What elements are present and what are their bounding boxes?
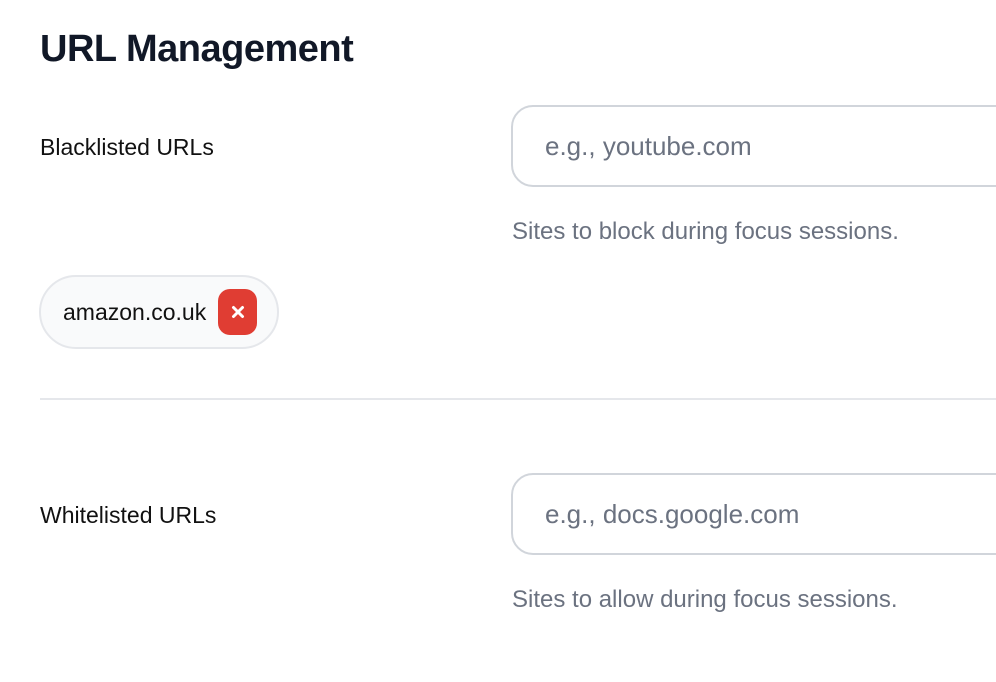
whitelist-help-text: Sites to allow during focus sessions. — [512, 586, 898, 613]
blacklist-label: Blacklisted URLs — [40, 134, 214, 160]
blacklist-tag-label: amazon.co.uk — [63, 298, 207, 325]
whitelist-label: Whitelisted URLs — [40, 502, 217, 528]
remove-tag-button[interactable] — [218, 289, 258, 335]
section-divider — [40, 398, 996, 400]
whitelist-url-input[interactable] — [511, 473, 996, 555]
url-management-page: URL Management Blacklisted URLs Sites to… — [0, 0, 996, 682]
close-icon — [231, 306, 244, 318]
blacklist-tag: amazon.co.uk — [39, 275, 280, 349]
page-title: URL Management — [40, 28, 354, 70]
blacklist-help-text: Sites to block during focus sessions. — [512, 218, 899, 245]
blacklist-url-input[interactable] — [511, 105, 996, 187]
